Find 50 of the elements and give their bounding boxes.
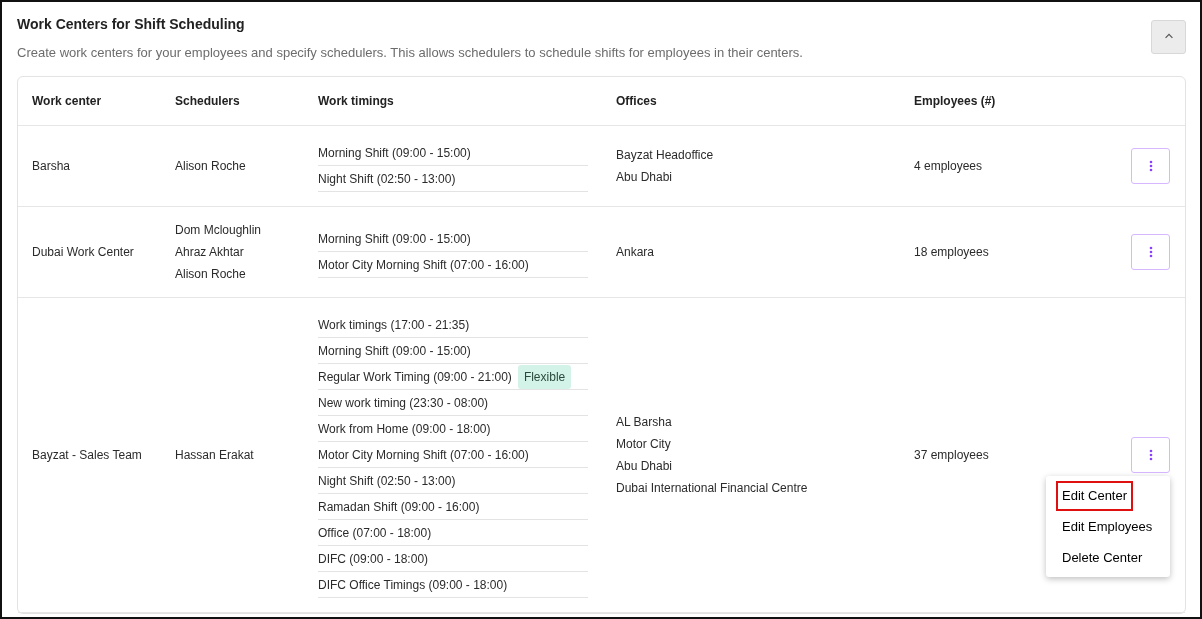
work-timing: Ramadan Shift (09:00 - 16:00) — [318, 498, 480, 516]
work-timing: Morning Shift (09:00 - 15:00) — [318, 144, 471, 162]
office-name: Bayzat Headoffice — [616, 147, 715, 165]
work-timing: New work timing (23:30 - 08:00) — [318, 394, 489, 412]
work-timing: Work from Home (09:00 - 18:00) — [318, 420, 491, 438]
collapse-button[interactable] — [1151, 20, 1186, 54]
column-header: Schedulers — [175, 93, 241, 111]
section-title: Work Centers for Shift Scheduling — [17, 16, 246, 33]
office-name: Abu Dhabi — [616, 169, 674, 187]
more-options-button[interactable] — [1131, 234, 1170, 271]
kebab-icon — [1148, 246, 1153, 259]
table-cell-text: 37 employees — [914, 447, 989, 465]
work-timing: Morning Shift (09:00 - 15:00) — [318, 230, 471, 248]
menu-item[interactable]: Delete Center — [1046, 542, 1170, 574]
office-name: Abu Dhabi — [616, 458, 674, 476]
work-timing: DIFC Office Timings (09:00 - 18:00) — [318, 576, 508, 594]
office-name: AL Barsha — [616, 414, 673, 432]
scheduler-name: Alison Roche — [175, 158, 247, 176]
work-timing: Night Shift (02:50 - 13:00) — [318, 472, 456, 490]
office-name: Motor City — [616, 436, 672, 454]
scheduler-name: Alison Roche — [175, 266, 247, 284]
kebab-icon — [1148, 160, 1153, 173]
office-name: Dubai International Financial Centre — [616, 480, 809, 498]
column-header: Work timings — [318, 93, 395, 111]
work-timing: Regular Work Timing (09:00 - 21:00) — [318, 368, 512, 386]
scheduler-name: Ahraz Akhtar — [175, 244, 245, 262]
table-cell-text: 18 employees — [914, 244, 989, 262]
column-header: Offices — [616, 93, 658, 111]
scheduler-name: Dom Mcloughlin — [175, 222, 263, 240]
more-options-button[interactable] — [1131, 148, 1170, 185]
work-timing: Night Shift (02:50 - 13:00) — [318, 170, 456, 188]
kebab-icon — [1148, 449, 1153, 462]
work-timing: DIFC (09:00 - 18:00) — [318, 550, 429, 568]
table-cell-text: 4 employees — [914, 158, 983, 176]
work-timing: Office (07:00 - 18:00) — [318, 524, 432, 542]
table-cell: Bayzat - Sales Team — [32, 448, 142, 463]
more-options-button[interactable] — [1131, 437, 1170, 474]
scheduler-name: Hassan Erakat — [175, 447, 255, 465]
work-timing: Motor City Morning Shift (07:00 - 16:00) — [318, 446, 529, 464]
table-cell: Dubai Work Center — [32, 245, 134, 260]
office-name: Ankara — [616, 244, 656, 262]
section-description: Create work centers for your employees and specify schedulers. This allows schedulers to schedule shifts for employees in their centers. — [17, 43, 803, 62]
menu-item[interactable]: Edit Employees — [1046, 511, 1170, 543]
work-timing: Morning Shift (09:00 - 15:00) — [318, 342, 471, 360]
column-header: Employees (#) — [914, 93, 997, 111]
work-timing: Motor City Morning Shift (07:00 - 16:00) — [318, 256, 529, 274]
table-cell: Barsha — [32, 159, 71, 174]
flexible-tag: Flexible — [517, 364, 572, 389]
work-timing: Work timings (17:00 - 21:35) — [318, 316, 470, 334]
column-header: Work center — [32, 93, 103, 111]
